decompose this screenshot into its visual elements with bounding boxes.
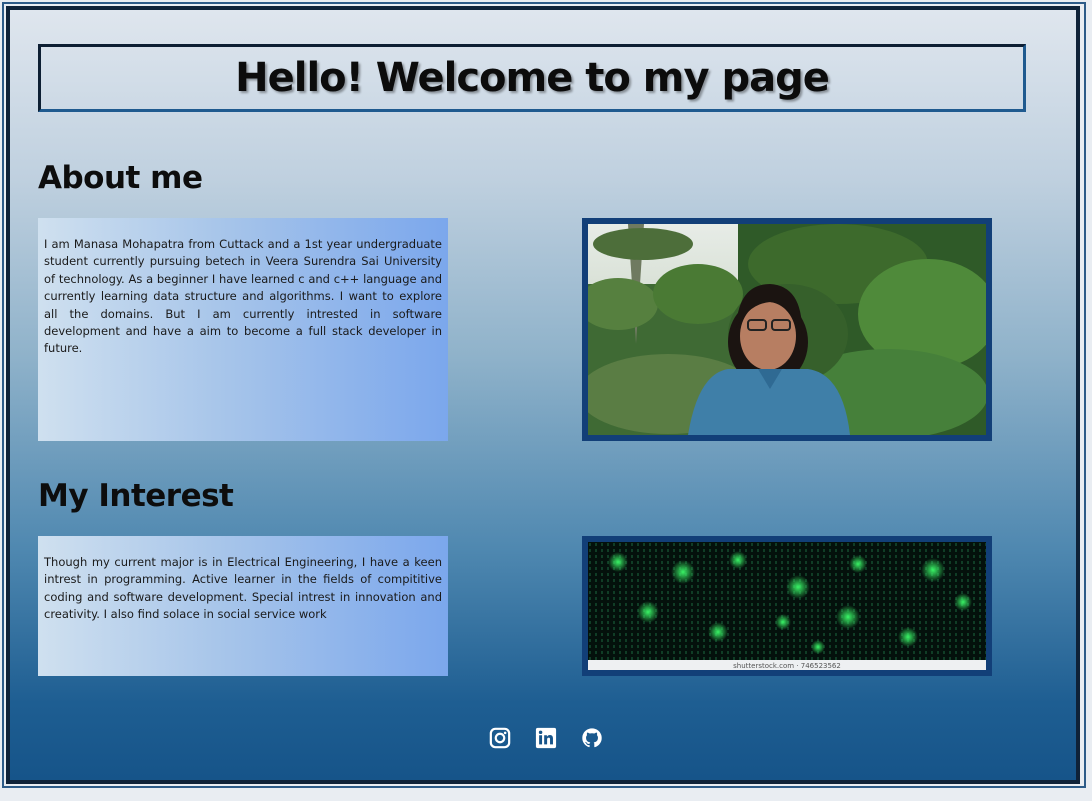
code-matrix-image: shutterstock.com · 746523562 [582, 536, 992, 676]
interest-text-box: Though my current major is in Electrical… [38, 536, 448, 676]
linkedin-icon [535, 727, 557, 749]
matrix-graphic: shutterstock.com · 746523562 [588, 542, 986, 670]
about-text-box: I am Manasa Mohapatra from Cuttack and a… [38, 218, 448, 441]
page-title: Hello! Welcome to my page [235, 55, 830, 101]
github-link[interactable] [581, 727, 603, 749]
image-watermark: shutterstock.com · 746523562 [733, 662, 841, 670]
title-box: Hello! Welcome to my page [38, 44, 1026, 112]
linkedin-link[interactable] [535, 727, 557, 749]
profile-photo [582, 218, 992, 441]
github-icon [582, 728, 602, 748]
about-text: I am Manasa Mohapatra from Cuttack and a… [44, 237, 442, 356]
profile-photo-image [588, 224, 986, 435]
interest-text: Though my current major is in Electrical… [44, 555, 442, 622]
social-links [0, 727, 1092, 749]
instagram-link[interactable] [489, 727, 511, 749]
interest-heading: My Interest [38, 478, 234, 514]
instagram-icon [489, 727, 511, 749]
about-heading: About me [38, 160, 203, 196]
